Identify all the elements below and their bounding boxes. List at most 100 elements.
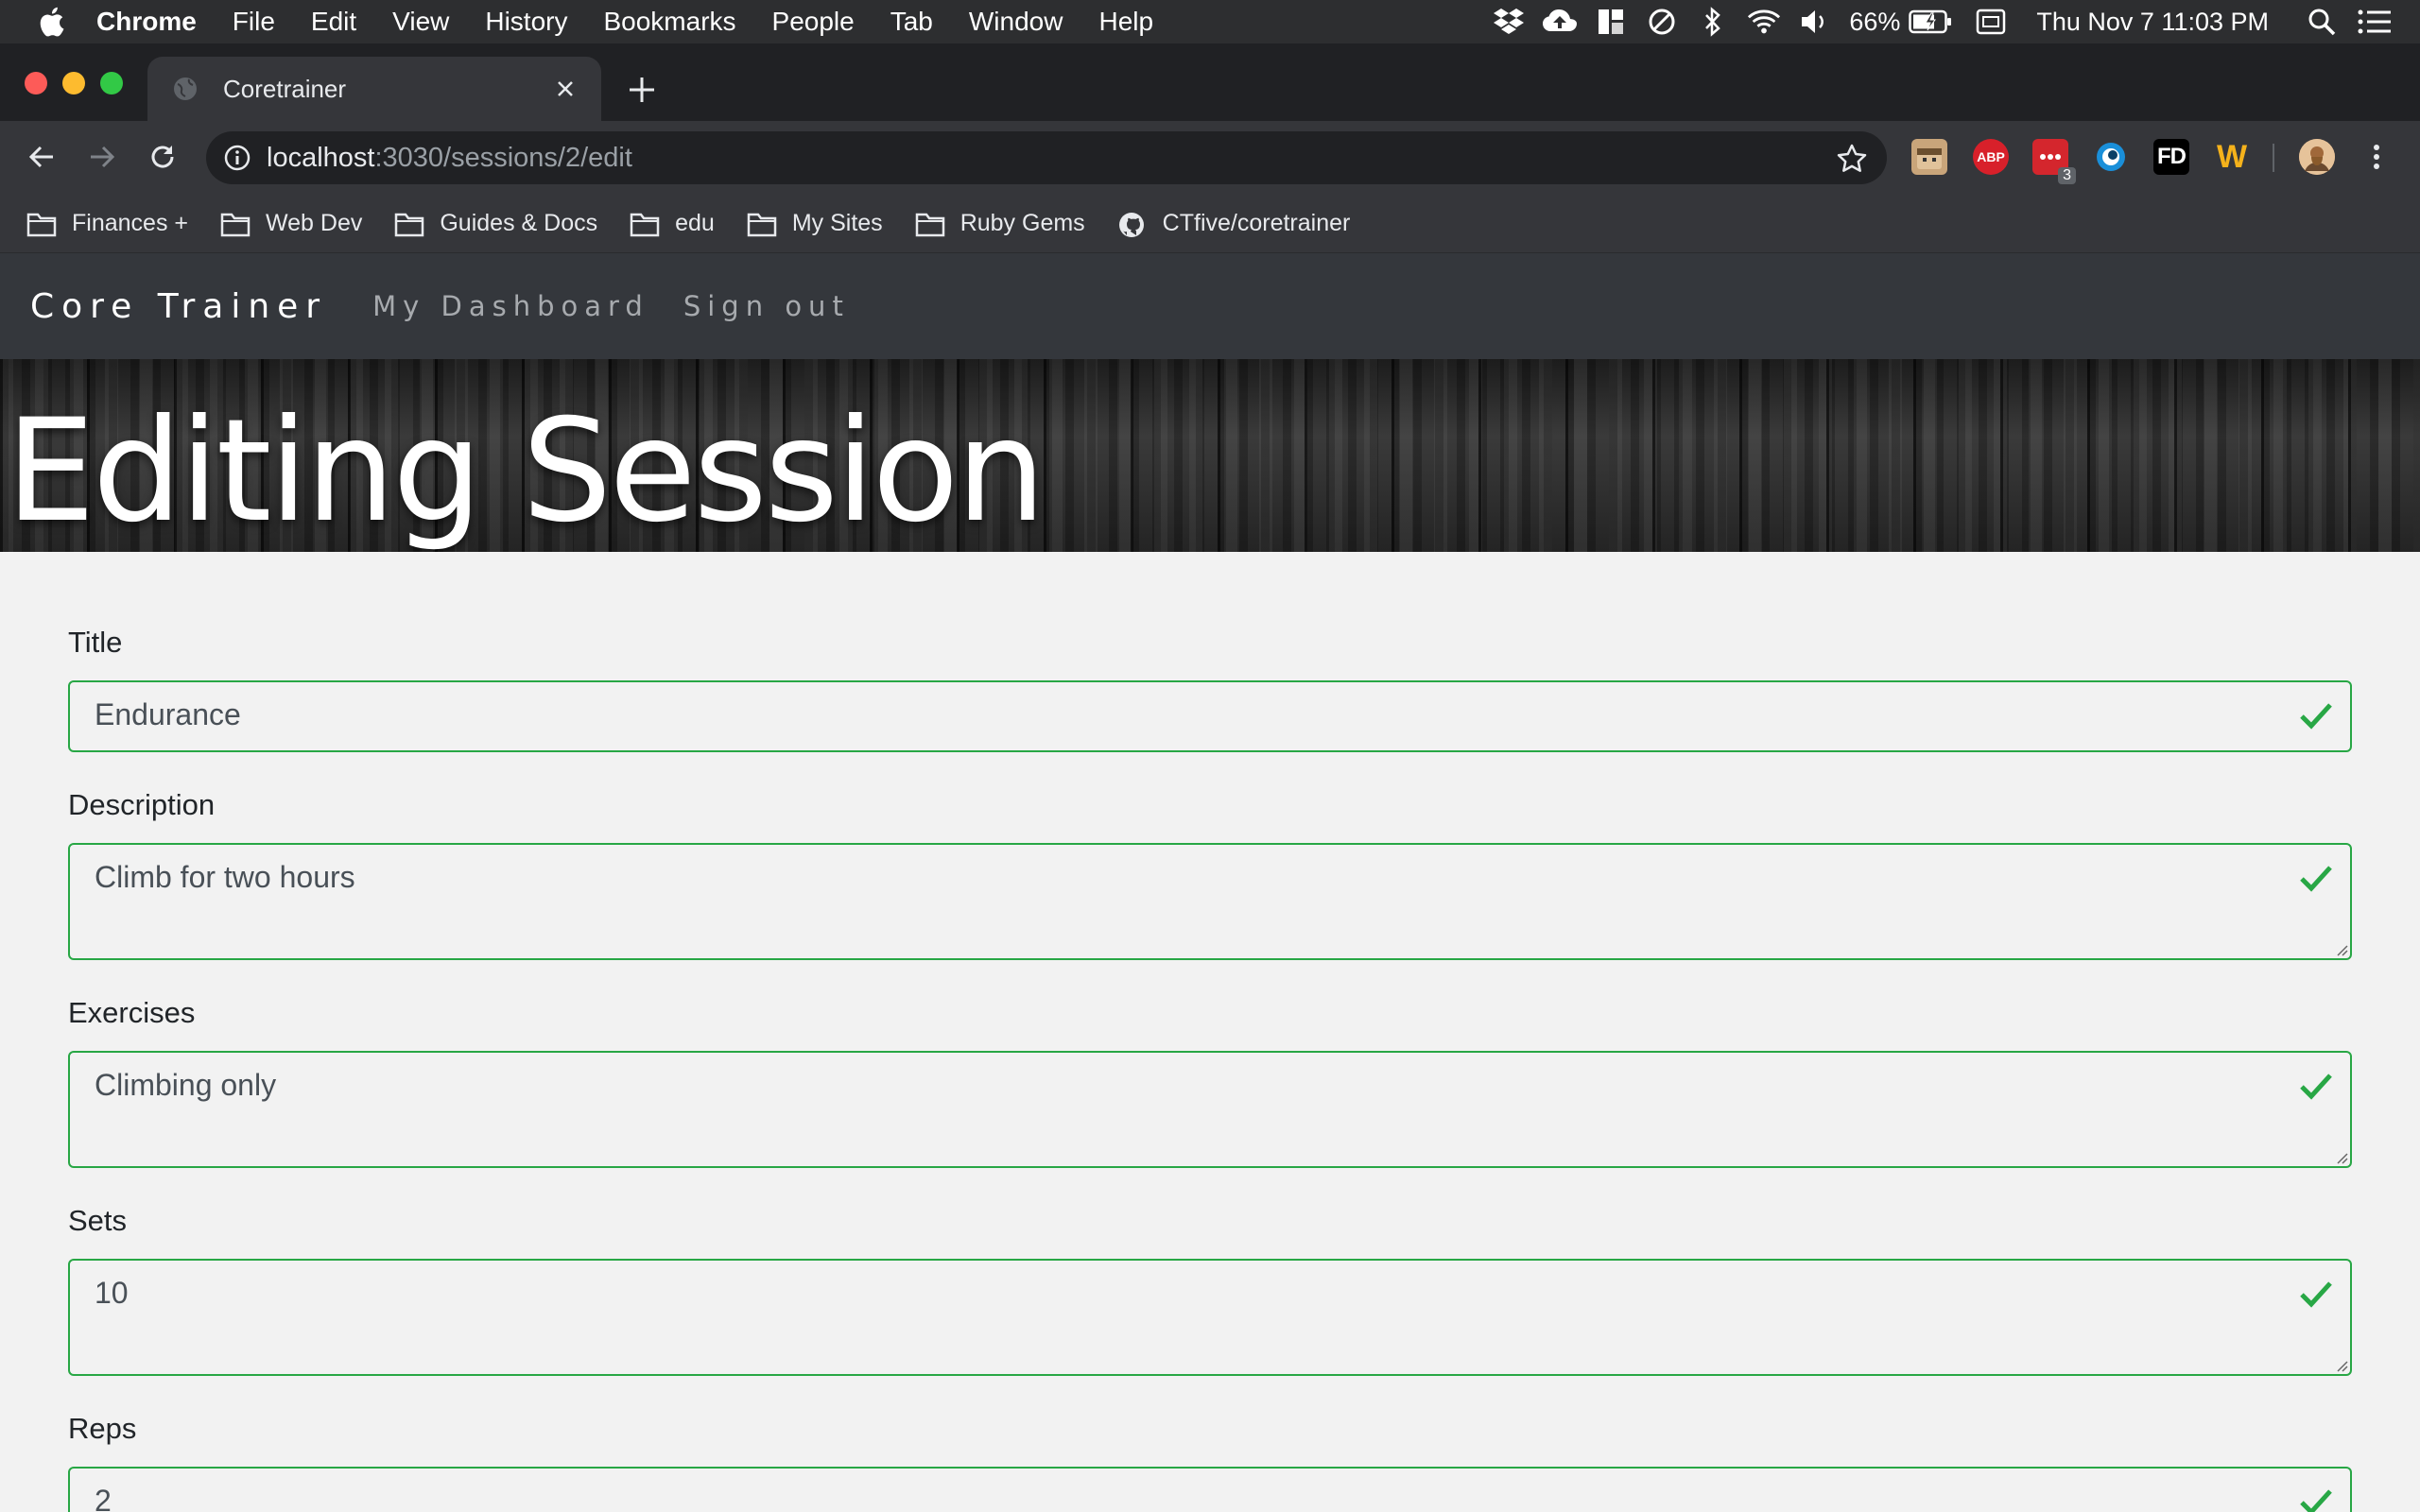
exercises-label: Exercises (68, 996, 196, 1029)
bookmark-github-coretrainer[interactable]: CTfive/coretrainer (1117, 210, 1351, 237)
extension-eye-icon[interactable] (2093, 139, 2129, 175)
menu-app-name[interactable]: Chrome (96, 7, 197, 37)
reload-icon[interactable] (144, 138, 182, 176)
extension-w-icon[interactable]: W (2214, 139, 2250, 175)
volume-icon[interactable] (1798, 7, 1832, 37)
window-zoom-button[interactable] (100, 72, 123, 94)
folder-icon (747, 211, 777, 237)
menu-bookmarks[interactable]: Bookmarks (603, 7, 735, 37)
valid-check-icon (2299, 1072, 2333, 1100)
valid-check-icon (2299, 864, 2333, 892)
bookmark-folder-web-dev[interactable]: Web Dev (220, 210, 362, 237)
url-host: localhost (267, 142, 375, 173)
browser-toolbar: localhost:3030/sessions/2/edit ABP 3 FD … (0, 121, 2420, 195)
url-path: :3030/sessions/2/edit (374, 142, 632, 173)
extension-robot-icon[interactable] (1911, 139, 1947, 175)
nav-link-sign-out[interactable]: Sign out (683, 290, 850, 322)
description-textarea-value: Climb for two hours (95, 860, 355, 894)
extension-badge-count: 3 (2058, 167, 2076, 184)
menu-tab[interactable]: Tab (890, 7, 933, 37)
menu-history[interactable]: History (485, 7, 567, 37)
forward-arrow-icon[interactable] (83, 138, 121, 176)
window-minimize-button[interactable] (62, 72, 85, 94)
chrome-menu-icon[interactable] (2358, 138, 2395, 176)
cloud-upload-icon[interactable] (1543, 7, 1578, 37)
extension-adblock-icon[interactable]: ABP (1973, 139, 2009, 175)
exercises-textarea-value: Climbing only (95, 1068, 277, 1102)
apple-icon[interactable] (38, 6, 66, 38)
wifi-icon[interactable] (1747, 7, 1781, 37)
valid-check-icon (2299, 701, 2333, 730)
window-close-button[interactable] (25, 72, 47, 94)
bookmark-label: CTfive/coretrainer (1162, 210, 1351, 236)
resize-grip-icon[interactable] (2335, 943, 2348, 956)
browser-tab-strip: Coretrainer (0, 43, 2420, 121)
folder-icon (394, 211, 424, 237)
notification-center-icon[interactable] (2358, 7, 2392, 37)
exercises-textarea[interactable]: Climbing only (68, 1051, 2352, 1168)
spotlight-search-icon[interactable] (2305, 7, 2339, 37)
bookmark-folder-my-sites[interactable]: My Sites (747, 210, 883, 237)
site-brand-link[interactable]: Core Trainer (30, 287, 327, 326)
window-manager-icon[interactable] (1594, 7, 1628, 37)
menu-view[interactable]: View (392, 7, 449, 37)
description-label: Description (68, 788, 216, 821)
valid-check-icon (2299, 1487, 2333, 1512)
bookmarks-bar: Finances + Web Dev Guides & Docs edu My … (0, 195, 2420, 253)
resize-grip-icon[interactable] (2335, 1151, 2348, 1164)
address-bar[interactable]: localhost:3030/sessions/2/edit (206, 131, 1887, 184)
globe-favicon-icon (172, 76, 199, 102)
folder-icon (915, 211, 945, 237)
extension-todo-icon[interactable]: 3 (2032, 139, 2076, 184)
page-title: Editing Session (6, 389, 1046, 552)
site-navbar: Core Trainer My Dashboard Sign out (0, 253, 2420, 359)
nav-link-dashboard[interactable]: My Dashboard (372, 290, 649, 322)
browser-tab[interactable]: Coretrainer (147, 57, 601, 121)
bluetooth-icon[interactable] (1696, 7, 1730, 37)
description-textarea[interactable]: Climb for two hours (68, 843, 2352, 960)
bookmark-folder-ruby-gems[interactable]: Ruby Gems (915, 210, 1085, 237)
reps-label: Reps (68, 1412, 137, 1445)
profile-avatar[interactable] (2299, 139, 2335, 175)
folder-icon (26, 211, 57, 237)
bookmark-label: Finances + (72, 210, 188, 236)
bookmark-label: Guides & Docs (440, 210, 598, 236)
title-input-value: Endurance (95, 697, 241, 731)
reps-textarea-value: 2 (95, 1484, 112, 1512)
sets-label: Sets (68, 1204, 128, 1237)
sets-textarea[interactable]: 10 (68, 1259, 2352, 1376)
bookmark-folder-finances[interactable]: Finances + (26, 210, 188, 237)
battery-charging-icon[interactable] (1908, 7, 1953, 37)
edit-session-form: Title Endurance Description Climb for tw… (0, 552, 2420, 1512)
bookmark-label: Ruby Gems (959, 210, 1085, 236)
extension-fd-icon[interactable]: FD (2153, 139, 2189, 175)
github-icon (1117, 211, 1148, 237)
clock[interactable]: Thu Nov 7 11:03 PM (2036, 8, 2269, 37)
title-label: Title (68, 626, 123, 659)
bookmark-label: My Sites (791, 210, 883, 236)
sets-textarea-value: 10 (95, 1276, 129, 1310)
folder-icon (630, 211, 660, 237)
do-not-disturb-icon[interactable] (1645, 7, 1679, 37)
dropbox-icon[interactable] (1492, 7, 1526, 37)
page-hero-banner: Editing Session (0, 359, 2420, 552)
battery-percent: 66% (1849, 7, 1901, 36)
menu-people[interactable]: People (772, 7, 855, 37)
bookmark-star-icon[interactable] (1836, 143, 1868, 175)
folder-icon (220, 211, 251, 237)
reps-textarea[interactable]: 2 (68, 1467, 2352, 1512)
resize-grip-icon[interactable] (2335, 1359, 2348, 1372)
new-tab-plus-icon[interactable] (626, 74, 658, 106)
menu-window[interactable]: Window (969, 7, 1063, 37)
site-info-icon[interactable] (223, 144, 251, 172)
title-input[interactable]: Endurance (68, 680, 2352, 752)
bookmark-folder-edu[interactable]: edu (630, 210, 715, 237)
tab-close-icon[interactable] (554, 77, 577, 100)
tab-title: Coretrainer (223, 74, 347, 103)
menu-edit[interactable]: Edit (311, 7, 356, 37)
back-arrow-icon[interactable] (23, 138, 60, 176)
menu-file[interactable]: File (233, 7, 275, 37)
bookmark-folder-guides-docs[interactable]: Guides & Docs (394, 210, 597, 237)
menu-help[interactable]: Help (1098, 7, 1153, 37)
keyboard-input-icon[interactable] (1974, 7, 2008, 37)
